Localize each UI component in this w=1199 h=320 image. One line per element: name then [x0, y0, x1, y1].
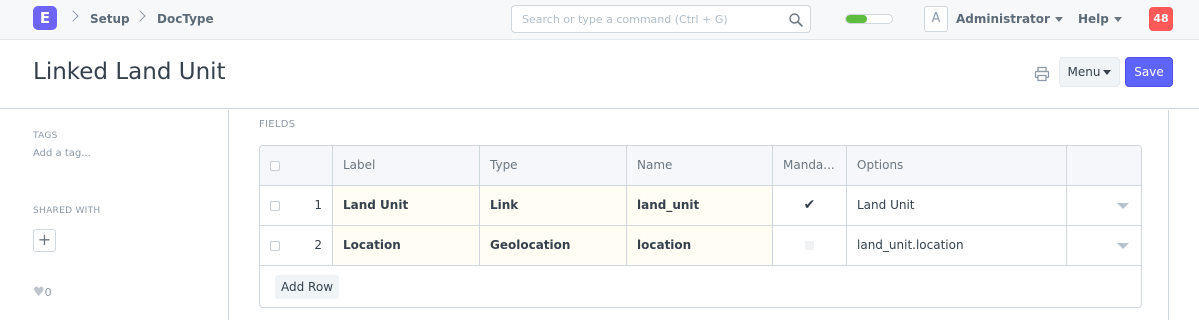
field-name-cell[interactable]: land_unit [627, 186, 773, 225]
select-all-checkbox[interactable] [270, 161, 280, 171]
row-select-cell: 1 [260, 186, 333, 225]
column-header-type: Type [480, 146, 627, 185]
row-select-cell: 2 [260, 226, 333, 265]
chevron-right-icon [134, 10, 146, 22]
select-all-cell [260, 146, 333, 185]
field-options-cell[interactable]: Land Unit [847, 186, 1067, 225]
help-menu[interactable]: Help [1078, 12, 1122, 26]
add-tag-link[interactable]: Add a tag... [33, 148, 91, 159]
app-logo[interactable]: E [33, 6, 57, 30]
breadcrumb-setup[interactable]: Setup [90, 12, 130, 26]
field-label-cell[interactable]: Location [333, 226, 480, 265]
user-name: Administrator [956, 12, 1050, 26]
add-row-button[interactable]: Add Row [275, 275, 340, 299]
likes-value: 0 [44, 286, 52, 299]
progress-fill [846, 15, 867, 23]
caret-down-icon [1103, 70, 1112, 75]
page-head: Linked Land Unit Menu Save [0, 41, 1199, 109]
row-index: 1 [314, 198, 322, 212]
caret-down-icon[interactable] [1117, 243, 1129, 249]
grid-header-row: Label Type Name Manda... Options [260, 146, 1141, 186]
column-header-actions [1067, 146, 1141, 185]
field-name-cell[interactable]: location [627, 226, 773, 265]
breadcrumb-doctype[interactable]: DocType [157, 12, 214, 26]
search-input[interactable] [512, 6, 782, 32]
form-main: FIELDS Label Type Name Manda... Options … [229, 110, 1169, 320]
unchecked-indicator [805, 241, 814, 250]
table-row[interactable]: 1 Land Unit Link land_unit ✔ Land Unit [260, 186, 1141, 226]
search-icon[interactable] [788, 12, 804, 28]
caret-down-icon[interactable] [1117, 203, 1129, 209]
column-header-label: Label [333, 146, 480, 185]
user-menu[interactable]: Administrator [956, 12, 1063, 26]
page-title: Linked Land Unit [33, 59, 226, 85]
row-actions-cell [1067, 226, 1141, 265]
setup-progress-bar[interactable] [845, 14, 893, 24]
fields-section-label: FIELDS [259, 119, 296, 130]
field-options-cell[interactable]: land_unit.location [847, 226, 1067, 265]
avatar[interactable]: A [924, 6, 948, 32]
help-label: Help [1078, 12, 1109, 26]
column-header-mandatory: Manda... [773, 146, 847, 185]
like-count[interactable]: ♥0 [33, 285, 52, 300]
awesomebar [511, 5, 811, 33]
field-mandatory-cell[interactable] [773, 226, 847, 265]
field-mandatory-cell[interactable]: ✔ [773, 186, 847, 225]
caret-down-icon [1054, 17, 1063, 22]
column-header-name: Name [627, 146, 773, 185]
field-label-cell[interactable]: Land Unit [333, 186, 480, 225]
chevron-right-icon [67, 10, 79, 22]
printer-icon[interactable] [1034, 66, 1050, 82]
table-row[interactable]: 2 Location Geolocation location land_uni… [260, 226, 1141, 266]
row-checkbox[interactable] [270, 241, 280, 251]
menu-label: Menu [1067, 65, 1101, 79]
plus-icon: + [37, 230, 52, 249]
menu-button[interactable]: Menu [1059, 57, 1120, 87]
column-header-options: Options [847, 146, 1067, 185]
notification-badge[interactable]: 48 [1149, 7, 1173, 31]
caret-down-icon [1113, 17, 1122, 22]
save-button[interactable]: Save [1125, 57, 1173, 87]
shared-with-label: SHARED WITH [33, 206, 101, 216]
row-actions-cell [1067, 186, 1141, 225]
field-type-cell[interactable]: Geolocation [480, 226, 627, 265]
fields-grid: Label Type Name Manda... Options 1 Land … [259, 145, 1142, 308]
row-checkbox[interactable] [270, 201, 280, 211]
add-share-button[interactable]: + [33, 229, 56, 252]
field-type-cell[interactable]: Link [480, 186, 627, 225]
tags-label: TAGS [33, 131, 58, 141]
form-sidebar: TAGS Add a tag... SHARED WITH + ♥0 [0, 110, 229, 320]
navbar: E Setup DocType A Administrator Help 48 [0, 0, 1199, 40]
row-index: 2 [314, 238, 322, 252]
heart-icon: ♥ [33, 285, 45, 300]
check-icon: ✔ [803, 197, 816, 213]
